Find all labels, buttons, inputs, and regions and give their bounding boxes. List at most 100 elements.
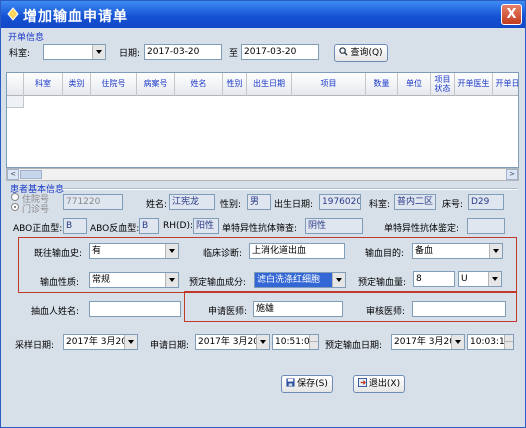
- col-item-status[interactable]: 项目状态: [431, 73, 455, 96]
- purpose-select-value: 备血: [415, 246, 434, 256]
- dept-select[interactable]: [43, 44, 106, 60]
- diagnosis-input[interactable]: 上消化道出血: [249, 243, 345, 259]
- col-dept[interactable]: 科室: [24, 73, 63, 96]
- chevron-down-icon[interactable]: [451, 335, 464, 349]
- abo-neg-label: ABO反血型:: [90, 224, 140, 234]
- col-name[interactable]: 姓名: [175, 73, 223, 96]
- rh-field[interactable]: 阳性: [193, 218, 219, 234]
- name-field[interactable]: 江宪龙: [169, 194, 215, 210]
- history-select-value: 有: [92, 246, 102, 256]
- planned-time-spinner[interactable]: 10:03:16: [467, 334, 514, 350]
- save-button-label: 保存(S): [297, 379, 328, 389]
- radio-outpatient-label: 门诊号: [22, 205, 50, 215]
- purpose-select[interactable]: 备血: [412, 243, 503, 259]
- row-indicator[interactable]: [7, 96, 24, 108]
- section-divider: [63, 188, 518, 190]
- dialog-window: 增加输血申请单 X 开单信息 科室: 日期: 2017-03-20 至 2017…: [0, 0, 526, 428]
- request-table[interactable]: 科室 类别 住院号 病案号 姓名 性别 出生日期 项目 数量 单位 项目状态 开…: [6, 72, 519, 168]
- col-item[interactable]: 项目: [292, 73, 366, 96]
- history-label: 既往输血史:: [34, 249, 83, 259]
- name-label: 姓名:: [146, 200, 168, 210]
- sex-label: 性别:: [220, 200, 242, 210]
- save-button[interactable]: 保存(S): [281, 375, 333, 393]
- col-category[interactable]: 类别: [63, 73, 91, 96]
- radio-inpatient[interactable]: [11, 193, 19, 201]
- component-select[interactable]: 滤白洗涤红细胞: [254, 272, 346, 288]
- reviewer-label: 审核医师:: [366, 307, 406, 317]
- exit-button-label: 退出(X): [368, 379, 401, 389]
- radio-outpatient[interactable]: [11, 203, 19, 211]
- chevron-down-icon[interactable]: [489, 244, 502, 258]
- planned-date-picker[interactable]: 2017年 3月20日: [391, 334, 465, 350]
- col-birthdate[interactable]: 出生日期: [247, 73, 292, 96]
- drawer-input[interactable]: [89, 301, 181, 317]
- scroll-left-icon[interactable]: <: [7, 169, 19, 180]
- scroll-right-icon[interactable]: >: [506, 169, 518, 180]
- antibody-ident-label: 单特异性抗体鉴定:: [384, 224, 460, 234]
- search-icon: [339, 47, 349, 56]
- horizontal-scrollbar[interactable]: < >: [6, 168, 519, 181]
- date-from-input[interactable]: 2017-03-20: [144, 44, 222, 60]
- spin-up-icon[interactable]: [309, 335, 318, 342]
- patient-id-field[interactable]: 771220: [63, 194, 123, 210]
- spin-down-icon[interactable]: [504, 342, 513, 349]
- title-bar[interactable]: 增加输血申请单 X: [1, 1, 525, 28]
- component-label: 预定输血成分:: [189, 278, 247, 288]
- scroll-thumb[interactable]: [20, 170, 42, 179]
- sex-field[interactable]: 男: [247, 194, 271, 210]
- amount-label: 预定输血量:: [358, 278, 407, 288]
- col-doctor[interactable]: 开单医生: [455, 73, 493, 96]
- unit-select[interactable]: U: [458, 271, 502, 287]
- bed-label: 床号:: [442, 200, 464, 210]
- apply-date-picker[interactable]: 2017年 3月20日: [195, 334, 270, 350]
- birth-field[interactable]: 19760203: [319, 194, 361, 210]
- sample-date-label: 采样日期:: [15, 341, 55, 351]
- nature-select[interactable]: 常规: [89, 272, 179, 288]
- chevron-down-icon[interactable]: [256, 335, 269, 349]
- save-icon: [286, 378, 295, 387]
- spin-down-icon[interactable]: [309, 342, 318, 349]
- rh-label: RH(D):: [163, 221, 194, 231]
- col-record-no[interactable]: 病案号: [137, 73, 175, 96]
- exit-icon: [357, 378, 367, 387]
- col-order-date[interactable]: 开单日期: [493, 73, 519, 96]
- abo-neg-field[interactable]: B: [139, 218, 159, 234]
- chevron-down-icon[interactable]: [124, 335, 137, 349]
- close-button[interactable]: X: [501, 4, 522, 25]
- col-quantity[interactable]: 数量: [366, 73, 398, 96]
- bed-field[interactable]: D29: [468, 194, 504, 210]
- date-label: 日期:: [119, 49, 141, 59]
- antibody-screen-label: 单特异性抗体筛查:: [222, 224, 298, 234]
- chevron-down-icon[interactable]: [92, 45, 105, 59]
- amount-input[interactable]: 8: [413, 271, 455, 287]
- spin-up-icon[interactable]: [504, 335, 513, 342]
- birth-label: 出生日期:: [274, 200, 314, 210]
- apply-date-label: 申请日期:: [150, 341, 190, 351]
- sample-date-picker[interactable]: 2017年 3月20日: [63, 334, 138, 350]
- chevron-down-icon[interactable]: [488, 272, 501, 286]
- window-title: 增加输血申请单: [23, 9, 128, 25]
- filter-section-title: 开单信息: [8, 33, 45, 43]
- doctor-input[interactable]: 施雄: [253, 301, 343, 317]
- date-to-input[interactable]: 2017-03-20: [241, 44, 319, 60]
- apply-time-spinner[interactable]: 10:51:03: [272, 334, 319, 350]
- query-button-label: 查询(Q): [350, 48, 383, 58]
- history-select[interactable]: 有: [89, 243, 179, 259]
- patient-dept-label: 科室:: [369, 200, 391, 210]
- chevron-down-icon[interactable]: [332, 273, 345, 287]
- col-unit[interactable]: 单位: [398, 73, 431, 96]
- chevron-down-icon[interactable]: [165, 273, 178, 287]
- antibody-ident-field[interactable]: [467, 218, 505, 234]
- antibody-screen-field[interactable]: 阴性: [305, 218, 363, 234]
- col-sex[interactable]: 性别: [223, 73, 247, 96]
- reviewer-input[interactable]: [412, 301, 506, 317]
- patient-dept-field[interactable]: 普内二区: [394, 194, 436, 210]
- abo-pos-field[interactable]: B: [63, 218, 87, 234]
- date-to-label: 至: [229, 49, 239, 59]
- dept-label: 科室:: [9, 49, 31, 59]
- chevron-down-icon[interactable]: [165, 244, 178, 258]
- col-inpatient-no[interactable]: 住院号: [91, 73, 137, 96]
- close-icon: X: [506, 7, 517, 22]
- query-button[interactable]: 查询(Q): [334, 44, 388, 62]
- exit-button[interactable]: 退出(X): [353, 375, 405, 393]
